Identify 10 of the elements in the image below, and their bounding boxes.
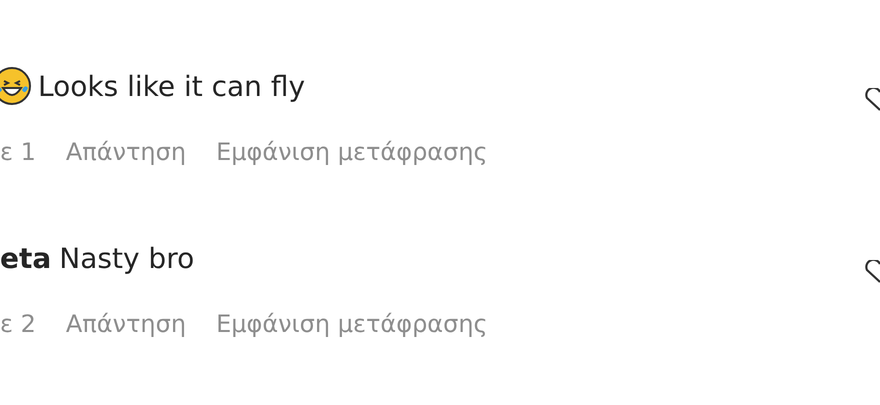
- comment-text: Looks like it can fly: [38, 70, 306, 102]
- comment-text: Nasty bro: [59, 242, 194, 274]
- reply-link[interactable]: Απάντηση: [66, 310, 186, 338]
- laughing-emoji-icon: [0, 66, 32, 106]
- like-count[interactable]: ε 1: [0, 138, 36, 166]
- reply-link[interactable]: Απάντηση: [66, 138, 186, 166]
- username[interactable]: eta: [0, 242, 52, 274]
- translation-link[interactable]: Εμφάνιση μετάφρασης: [216, 138, 488, 166]
- translation-link[interactable]: Εμφάνιση μετάφρασης: [216, 310, 488, 338]
- like-count[interactable]: ε 2: [0, 310, 36, 338]
